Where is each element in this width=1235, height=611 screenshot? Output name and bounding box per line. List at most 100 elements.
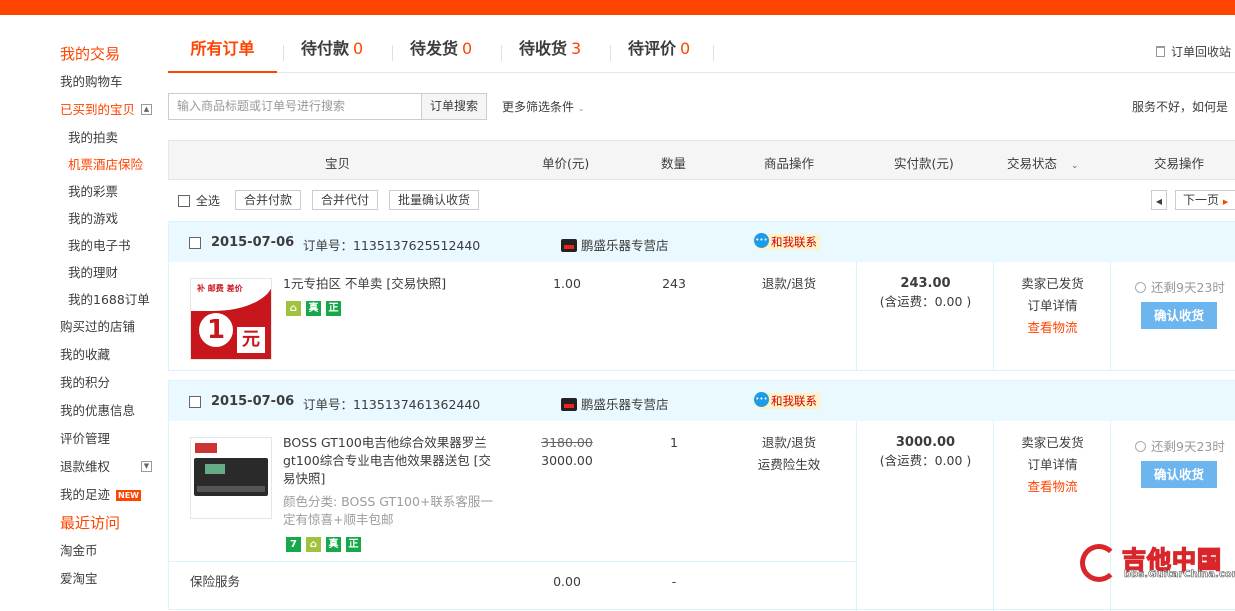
refund-link[interactable]: 退款/退货 [749, 434, 829, 452]
sidebar-item-favorites[interactable]: 我的收藏 [60, 341, 160, 369]
confirm-receipt-button[interactable]: 确认收货 [1141, 302, 1217, 329]
sidebar-item-shops[interactable]: 购买过的店铺 [60, 313, 160, 341]
authentic-badge-icon[interactable]: 真 [326, 537, 341, 552]
tab-divider [713, 45, 714, 61]
product-title-link[interactable]: 1元专拍区 不单卖 [交易快照] [283, 275, 483, 293]
sidebar-sub-finance[interactable]: 我的理财 [60, 259, 160, 286]
recycle-bin-link[interactable]: 订单回收站 [1155, 43, 1231, 60]
tab-unpaid-label: 待付款 [301, 39, 350, 58]
unit-price: 3000.00 [541, 453, 593, 468]
tab-unshipped[interactable]: 待发货 0 [410, 37, 472, 73]
order-header: 2015-07-06 订单号：1135137461362440 鹏盛乐器专营店 … [169, 381, 1235, 421]
product-title-link[interactable]: BOSS GT100电吉他综合效果器罗兰gt100综合专业电吉他效果器送包 [交… [283, 434, 498, 488]
col-actions: 交易操作 [1154, 156, 1205, 171]
refund-link[interactable]: 退款/退货 [749, 275, 829, 293]
col-qty: 数量 [661, 156, 687, 171]
order-status: 卖家已发货 [1021, 276, 1084, 291]
thumbnail-unit: 元 [237, 327, 265, 353]
contact-label: 和我联系 [771, 394, 817, 408]
more-filters-label: 更多筛选条件 [502, 100, 575, 114]
tab-divider [610, 45, 611, 61]
sidebar-sub-lottery[interactable]: 我的彩票 [60, 178, 160, 205]
authentic-badge-icon[interactable]: 真 [306, 301, 321, 316]
shop-name: 鹏盛乐器专营店 [581, 397, 669, 412]
col-price: 单价(元) [542, 156, 590, 171]
sidebar-recent-coins[interactable]: 淘金币 [60, 537, 160, 565]
order-date: 2015-07-06 [211, 394, 295, 409]
tab-all[interactable]: 所有订单 [168, 37, 277, 73]
sidebar-item-reviews[interactable]: 评价管理 [60, 425, 160, 453]
watermark: 吉他中国 bbs.GuitarChina.com [1080, 540, 1235, 588]
shop-link[interactable]: 鹏盛乐器专营店 [561, 235, 669, 254]
contact-seller-button[interactable]: ••• 和我联系 [754, 233, 820, 250]
merge-proxy-button[interactable]: 合并代付 [312, 190, 379, 210]
col-item: 宝贝 [325, 156, 351, 171]
seven-day-return-icon[interactable]: 7 [286, 537, 301, 552]
sidebar-sub-travel[interactable]: 机票酒店保险 [60, 151, 160, 178]
col-status[interactable]: 交易状态 ⌄ [1007, 153, 1079, 172]
order-detail-link[interactable]: 订单详情 [994, 297, 1111, 315]
tab-divider [392, 45, 393, 61]
next-page-button[interactable]: 下一页 ▶ [1175, 190, 1235, 210]
order-detail-link[interactable]: 订单详情 [994, 456, 1111, 474]
order-status: 卖家已发货 [1021, 435, 1084, 450]
order-number-value: 1135137461362440 [353, 397, 481, 412]
sidebar-sub-auction[interactable]: 我的拍卖 [60, 124, 160, 151]
service-tags: ⌂ 真正 [286, 300, 346, 316]
unit-price: 1.00 [553, 276, 581, 291]
sidebar-heading-trade: 我的交易 [60, 45, 121, 63]
order-search-button[interactable]: 订单搜索 [421, 93, 487, 120]
sidebar-sub-games[interactable]: 我的游戏 [60, 205, 160, 232]
merge-pay-button[interactable]: 合并付款 [235, 190, 302, 210]
order-card: 2015-07-06 订单号：1135137461362440 鹏盛乐器专营店 … [168, 380, 1235, 611]
tab-unrated[interactable]: 待评价 0 [628, 37, 690, 73]
order-checkbox[interactable] [189, 396, 201, 408]
shipping-fee: (含运费：0.00 ) [879, 453, 972, 468]
select-all-checkbox[interactable] [178, 195, 190, 207]
chevron-right-icon: ▶ [1222, 198, 1229, 206]
tab-unreceived[interactable]: 待收货 3 [519, 37, 581, 73]
more-filters-dropdown[interactable]: 更多筛选条件 ⌄ [502, 98, 585, 115]
product-thumbnail[interactable] [190, 437, 272, 519]
expand-toggle-icon[interactable]: ▼ [141, 461, 152, 472]
product-thumbnail[interactable]: 补 邮费 差价 1 元 [190, 278, 272, 360]
tab-unpaid[interactable]: 待付款 0 [301, 37, 363, 73]
collapse-toggle-icon[interactable]: ▲ [141, 104, 152, 115]
guarantee-badge-icon[interactable]: ⌂ [286, 301, 301, 316]
tab-all-label: 所有订单 [190, 39, 255, 58]
sidebar-item-points[interactable]: 我的积分 [60, 369, 160, 397]
genuine-badge-icon[interactable]: 正 [346, 537, 361, 552]
select-all[interactable]: 全选 [178, 192, 220, 209]
batch-confirm-button[interactable]: 批量确认收货 [389, 190, 480, 210]
sidebar-recent-aitaobao[interactable]: 爱淘宝 [60, 565, 160, 593]
shipping-fee: (含运费：0.00 ) [879, 294, 972, 309]
sidebar-item-bought[interactable]: 已买到的宝贝 ▲ [60, 96, 160, 124]
sidebar: 我的交易 我的购物车 已买到的宝贝 ▲ 我的拍卖 机票酒店保险 我的彩票 我的游戏… [60, 40, 160, 593]
top-bar [0, 0, 1235, 15]
contact-seller-button[interactable]: ••• 和我联系 [754, 392, 820, 409]
order-number-label: 订单号： [303, 238, 354, 253]
guitar-logo-icon [1080, 544, 1118, 582]
order-search-input[interactable]: 输入商品标题或订单号进行搜索 [168, 93, 422, 120]
sidebar-item-footprint[interactable]: 我的足迹 NEW [60, 481, 160, 509]
sidebar-item-cart[interactable]: 我的购物车 [60, 68, 160, 96]
product-variant: 颜色分类: BOSS GT100+联系客服一定有惊喜+顺丰包邮 [283, 494, 493, 527]
complaint-link[interactable]: 服务不好，如何是 [1132, 98, 1228, 115]
paid-column: 3000.00 (含运费：0.00 ) [856, 421, 993, 611]
prev-page-button[interactable]: ◀ [1151, 190, 1167, 210]
guarantee-badge-icon[interactable]: ⌂ [306, 537, 321, 552]
logistics-link[interactable]: 查看物流 [994, 478, 1111, 496]
tmall-shop-icon [561, 239, 577, 252]
sidebar-item-coupons[interactable]: 我的优惠信息 [60, 397, 160, 425]
logistics-link[interactable]: 查看物流 [994, 319, 1111, 337]
confirm-receipt-button[interactable]: 确认收货 [1141, 461, 1217, 488]
sidebar-sub-1688[interactable]: 我的1688订单 [60, 286, 160, 313]
sidebar-sub-ebooks[interactable]: 我的电子书 [60, 232, 160, 259]
order-checkbox[interactable] [189, 237, 201, 249]
tmall-shop-icon [561, 398, 577, 411]
service-tags: 7 ⌂ 真正 [286, 536, 366, 552]
shop-link[interactable]: 鹏盛乐器专营店 [561, 394, 669, 413]
genuine-badge-icon[interactable]: 正 [326, 301, 341, 316]
sidebar-item-refunds[interactable]: 退款维权 ▼ [60, 453, 160, 481]
clock-icon [1135, 441, 1146, 452]
